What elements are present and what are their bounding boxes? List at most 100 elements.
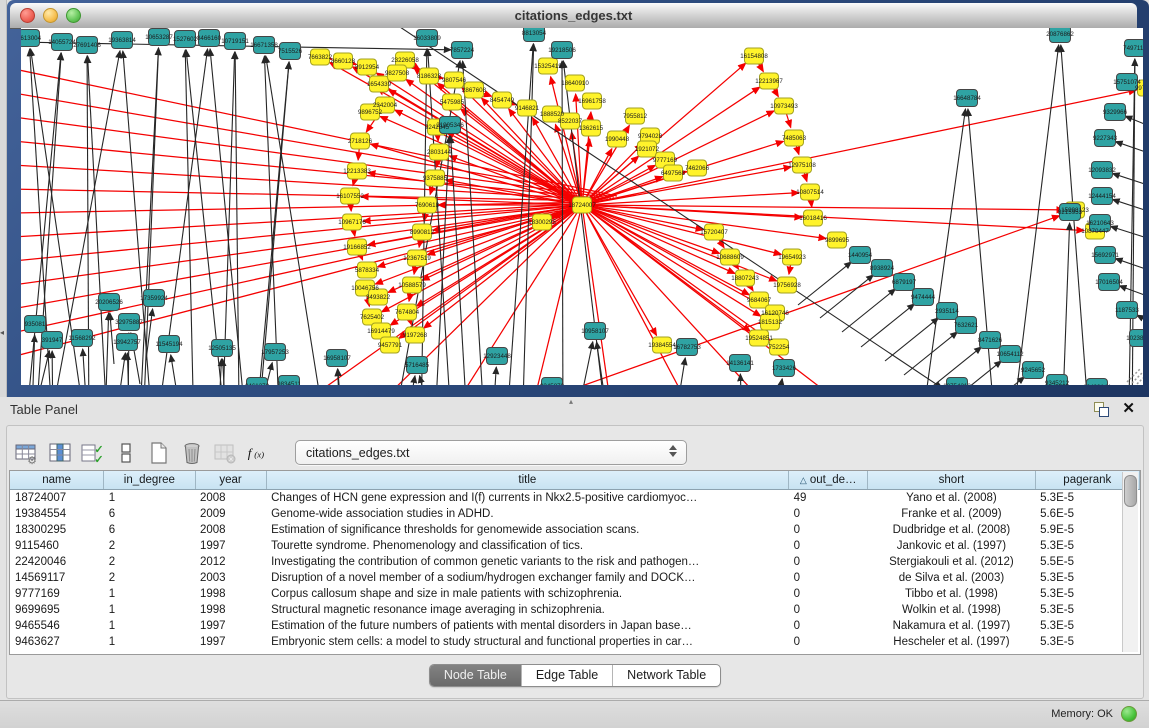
cell-out_degree[interactable]: 0 <box>789 506 868 522</box>
table-row[interactable]: 2242004622012Investigating the contribut… <box>10 554 1140 570</box>
cell-short[interactable]: Tibbo et al. (1998) <box>868 586 1035 602</box>
cell-name[interactable]: 9463627 <box>10 634 104 650</box>
cell-out_degree[interactable]: 49 <box>789 490 868 507</box>
cell-year[interactable]: 2009 <box>195 506 266 522</box>
cell-year[interactable]: 1998 <box>195 602 266 618</box>
cell-out_degree[interactable]: 0 <box>789 618 868 634</box>
table-settings-icon[interactable]: ⚙ <box>13 440 41 467</box>
column-header-title[interactable]: title <box>266 471 789 490</box>
table-row[interactable]: 969969511998Structural magnetic resonanc… <box>10 602 1140 618</box>
rows-icon[interactable] <box>112 440 140 467</box>
tab-node-table[interactable]: Node Table <box>430 665 521 686</box>
delete-table-icon[interactable] <box>178 440 206 467</box>
cell-in_degree[interactable]: 6 <box>104 522 195 538</box>
cell-in_degree[interactable]: 2 <box>104 570 195 586</box>
column-header-year[interactable]: year <box>195 471 266 490</box>
float-window-icon[interactable] <box>1094 402 1108 416</box>
table-row[interactable]: 911546021997Tourette syndrome. Phenomeno… <box>10 538 1140 554</box>
cell-year[interactable]: 1997 <box>195 634 266 650</box>
table-selector-dropdown[interactable]: citations_edges.txt <box>295 440 687 465</box>
cell-year[interactable]: 1997 <box>195 538 266 554</box>
cell-title[interactable]: Corpus callosum shape and size in male p… <box>266 586 789 602</box>
cell-name[interactable]: 9465546 <box>10 618 104 634</box>
row-select-icon[interactable]: ✓ ✓ <box>79 440 107 467</box>
cell-in_degree[interactable]: 1 <box>104 490 195 507</box>
cell-out_degree[interactable]: 0 <box>789 522 868 538</box>
cell-title[interactable]: Estimation of significance thresholds fo… <box>266 522 789 538</box>
close-panel-icon[interactable]: ✕ <box>1122 402 1135 416</box>
cell-name[interactable]: 14569117 <box>10 570 104 586</box>
graph-edge <box>171 355 179 385</box>
cell-out_degree[interactable]: 0 <box>789 634 868 650</box>
cell-short[interactable]: Yano et al. (2008) <box>868 490 1035 507</box>
cell-short[interactable]: Hescheler et al. (1997) <box>868 634 1035 650</box>
table-row[interactable]: 1830029562008Estimation of significance … <box>10 522 1140 538</box>
tab-edge-table[interactable]: Edge Table <box>521 665 612 686</box>
cell-name[interactable]: 9699695 <box>10 602 104 618</box>
cell-title[interactable]: Structural magnetic resonance image aver… <box>266 602 789 618</box>
cell-name[interactable]: 22420046 <box>10 554 104 570</box>
cell-short[interactable]: Dudbridge et al. (2008) <box>868 522 1035 538</box>
table-row[interactable]: 1456911722003Disruption of a novel membe… <box>10 570 1140 586</box>
cell-title[interactable]: Investigating the contribution of common… <box>266 554 789 570</box>
cell-in_degree[interactable]: 1 <box>104 634 195 650</box>
table-row[interactable]: 946554611997Estimation of the future num… <box>10 618 1140 634</box>
cell-year[interactable]: 2008 <box>195 522 266 538</box>
cell-in_degree[interactable]: 1 <box>104 602 195 618</box>
scrollbar-thumb[interactable] <box>1124 475 1137 507</box>
cell-name[interactable]: 19384554 <box>10 506 104 522</box>
table-column-icon[interactable] <box>46 440 74 467</box>
cell-title[interactable]: Embryonic stem cells: a model to study s… <box>266 634 789 650</box>
cell-out_degree[interactable]: 0 <box>789 554 868 570</box>
cell-title[interactable]: Estimation of the future numbers of pati… <box>266 618 789 634</box>
cell-in_degree[interactable]: 2 <box>104 554 195 570</box>
cell-out_degree[interactable]: 0 <box>789 570 868 586</box>
column-header-short[interactable]: short <box>868 471 1035 490</box>
svg-text:✓: ✓ <box>94 454 103 466</box>
column-header-name[interactable]: name <box>10 471 104 490</box>
table-row[interactable]: 1938455462009Genome-wide association stu… <box>10 506 1140 522</box>
cell-in_degree[interactable]: 6 <box>104 506 195 522</box>
cell-out_degree[interactable]: 0 <box>789 586 868 602</box>
cell-year[interactable]: 1998 <box>195 586 266 602</box>
cell-year[interactable]: 2008 <box>195 490 266 507</box>
network-canvas[interactable]: 1872400718300295193845547663822866012889… <box>21 28 1143 385</box>
cell-in_degree[interactable]: 1 <box>104 586 195 602</box>
cell-out_degree[interactable]: 0 <box>789 538 868 554</box>
cell-short[interactable]: Franke et al. (2009) <box>868 506 1035 522</box>
cell-title[interactable]: Tourette syndrome. Phenomenology and cla… <box>266 538 789 554</box>
cell-title[interactable]: Genome-wide association studies in ADHD. <box>266 506 789 522</box>
cell-short[interactable]: Wolkin et al. (1998) <box>868 602 1035 618</box>
cell-year[interactable]: 1997 <box>195 618 266 634</box>
cell-in_degree[interactable]: 1 <box>104 618 195 634</box>
cell-in_degree[interactable]: 2 <box>104 538 195 554</box>
cell-short[interactable]: Jankovic et al. (1997) <box>868 538 1035 554</box>
table-row[interactable]: 977716911998Corpus callosum shape and si… <box>10 586 1140 602</box>
cell-year[interactable]: 2003 <box>195 570 266 586</box>
cell-year[interactable]: 2012 <box>195 554 266 570</box>
cell-name[interactable]: 18300295 <box>10 522 104 538</box>
cell-name[interactable]: 9115460 <box>10 538 104 554</box>
table-row[interactable]: 1872400712008Changes of HCN gene express… <box>10 490 1140 507</box>
memory-ok-indicator[interactable] <box>1121 706 1137 722</box>
cell-name[interactable]: 9777169 <box>10 586 104 602</box>
function-builder-icon[interactable]: f (x) <box>244 440 272 467</box>
new-table-icon[interactable] <box>145 440 173 467</box>
cell-short[interactable]: de Silva et al. (2003) <box>868 570 1035 586</box>
cell-title[interactable]: Changes of HCN gene expression and I(f) … <box>266 490 789 507</box>
cell-title[interactable]: Disruption of a novel member of a sodium… <box>266 570 789 586</box>
window-titlebar[interactable]: citations_edges.txt <box>10 3 1137 29</box>
collapse-panel-arrow-icon[interactable]: ◂ <box>0 328 4 337</box>
graph-node-label: 7515526 <box>278 48 303 55</box>
table-row[interactable]: 946362711997Embryonic stem cells: a mode… <box>10 634 1140 650</box>
cell-name[interactable]: 18724007 <box>10 490 104 507</box>
tab-network-table[interactable]: Network Table <box>612 665 720 686</box>
column-header-out_degree[interactable]: △out_de… <box>789 471 868 490</box>
graph-node-label: 7497119 <box>1123 45 1143 52</box>
cell-short[interactable]: Nakamura et al. (1997) <box>868 618 1035 634</box>
vertical-scrollbar[interactable] <box>1122 472 1138 652</box>
cell-out_degree[interactable]: 0 <box>789 602 868 618</box>
cell-short[interactable]: Stergiakouli et al. (2012) <box>868 554 1035 570</box>
column-header-in_degree[interactable]: in_degree <box>104 471 195 490</box>
citation-network-graph[interactable]: 1872400718300295193845547663822866012889… <box>21 28 1143 385</box>
